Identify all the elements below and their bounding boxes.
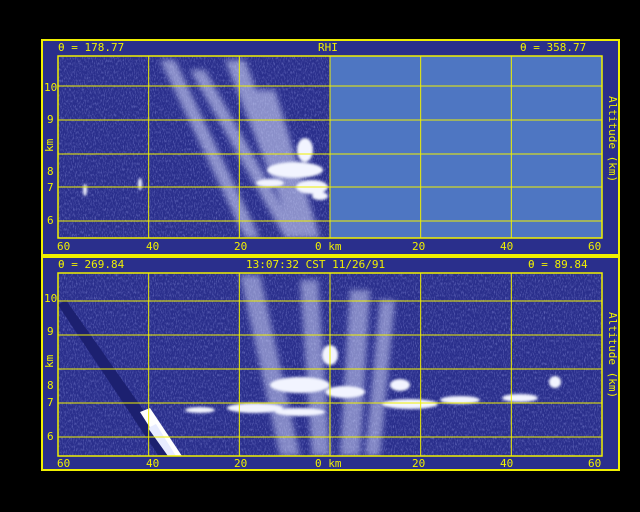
- bottom-x-tick-2: 20: [234, 457, 248, 470]
- bottom-timestamp: 13:07:32 CST 11/26/91: [246, 258, 386, 271]
- bottom-y-tick-9: 9: [47, 325, 54, 338]
- top-panel: [41, 39, 620, 256]
- bottom-y-tick-8: 8: [47, 379, 54, 392]
- top-x-tick-1: 40: [146, 240, 160, 253]
- bottom-x-tick-3: 0 km: [315, 457, 342, 470]
- bottom-x-tick-0: 60: [57, 457, 71, 470]
- bottom-y-label-right: Altitude (km): [606, 312, 619, 399]
- top-y-tick-10: 10: [44, 81, 58, 94]
- top-no-data-region: [330, 56, 602, 238]
- bottom-y-tick-6: 6: [47, 430, 54, 443]
- bottom-x-tick-6: 60: [588, 457, 602, 470]
- top-left-angle: θ = 178.77: [58, 41, 125, 54]
- top-x-tick-2: 20: [234, 240, 248, 253]
- bottom-panel: [41, 256, 620, 471]
- radar-display: θ = 178.77 RHI θ = 358.77 10 9 8 7 6 km …: [0, 0, 640, 512]
- top-x-tick-5: 40: [500, 240, 514, 253]
- rhi-plot-canvas: [41, 39, 620, 471]
- bottom-x-tick-4: 20: [412, 457, 426, 470]
- top-x-tick-4: 20: [412, 240, 426, 253]
- top-x-tick-0: 60: [57, 240, 71, 253]
- top-y-tick-6: 6: [47, 214, 54, 227]
- bottom-right-angle: θ = 89.84: [528, 258, 588, 271]
- top-y-tick-9: 9: [47, 113, 54, 126]
- bottom-x-tick-1: 40: [146, 457, 160, 470]
- bottom-x-tick-5: 40: [500, 457, 514, 470]
- top-y-tick-7: 7: [47, 181, 54, 194]
- top-title: RHI: [318, 41, 338, 54]
- bottom-left-angle: θ = 269.84: [58, 258, 125, 271]
- top-right-angle: θ = 358.77: [520, 41, 587, 54]
- top-y-unit-left: km: [43, 138, 56, 152]
- top-x-tick-6: 60: [588, 240, 602, 253]
- top-x-tick-3: 0 km: [315, 240, 342, 253]
- top-y-tick-8: 8: [47, 165, 54, 178]
- top-y-label-right: Altitude (km): [606, 96, 619, 183]
- bottom-y-unit-left: km: [43, 354, 56, 368]
- bottom-y-tick-10: 10: [44, 292, 58, 305]
- bottom-y-tick-7: 7: [47, 396, 54, 409]
